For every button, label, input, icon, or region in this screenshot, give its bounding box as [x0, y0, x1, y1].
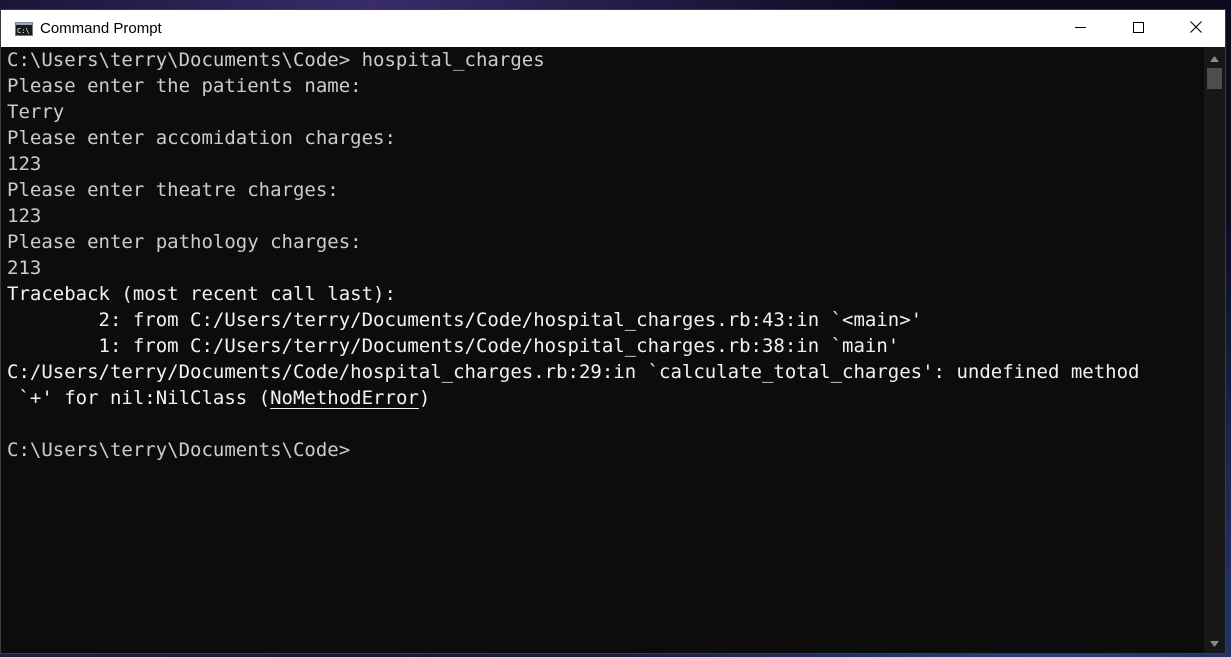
console-line: Please enter pathology charges:	[7, 231, 362, 253]
console-line: 123	[7, 205, 42, 227]
console-line: Please enter the patients name:	[7, 75, 362, 97]
minimize-icon	[1074, 20, 1086, 38]
scrollbar-thumb[interactable]	[1207, 68, 1222, 89]
error-message-line: `+' for nil:NilClass (NoMethodError)	[1, 385, 1204, 411]
title-bar[interactable]: C:\ Command Prompt	[1, 10, 1225, 47]
console-line: Please enter accomidation charges:	[7, 127, 396, 149]
scroll-up-button[interactable]	[1204, 49, 1225, 66]
maximize-icon	[1132, 20, 1144, 38]
error-location: C:/Users/terry/Documents/Code/hospital_c…	[7, 361, 957, 383]
command-prompt-line[interactable]: C:\Users\terry\Documents\Code>	[1, 437, 1204, 463]
chevron-down-icon	[1210, 634, 1219, 652]
close-icon	[1190, 20, 1202, 38]
window-controls	[1051, 10, 1225, 47]
close-button[interactable]	[1167, 10, 1225, 47]
traceback-header: Traceback (most recent call last):	[7, 283, 396, 305]
console-line: C:\Users\terry\Documents\Code> hospital_…	[7, 49, 545, 71]
error-class: NoMethodError	[270, 387, 419, 409]
vertical-scrollbar[interactable]	[1204, 47, 1225, 653]
error-detail-end: )	[418, 387, 431, 409]
console-output[interactable]: C:\Users\terry\Documents\Code> hospital_…	[1, 47, 1204, 653]
minimize-button[interactable]	[1051, 10, 1109, 47]
error-detail: `+' for nil:NilClass (	[7, 387, 271, 409]
console-line: 123	[7, 153, 42, 175]
chevron-up-icon	[1210, 49, 1219, 67]
console-line: Please enter theatre charges:	[7, 179, 339, 201]
cmd-icon: C:\	[15, 21, 33, 36]
scroll-down-button[interactable]	[1204, 634, 1225, 651]
traceback-frame: 1: from C:/Users/terry/Documents/Code/ho…	[7, 335, 900, 357]
console-line: Terry	[7, 101, 65, 123]
error-description: undefined method	[956, 361, 1140, 383]
maximize-button[interactable]	[1109, 10, 1167, 47]
traceback-frame: 2: from C:/Users/terry/Documents/Code/ho…	[7, 309, 923, 331]
command-prompt-window: C:\ Command Prompt C:\Users\terry\Docume…	[0, 9, 1226, 654]
console-line: 213	[7, 257, 42, 279]
svg-text:C:\: C:\	[17, 27, 30, 35]
window-title: Command Prompt	[40, 20, 162, 37]
error-message-line: C:/Users/terry/Documents/Code/hospital_c…	[1, 359, 1204, 385]
